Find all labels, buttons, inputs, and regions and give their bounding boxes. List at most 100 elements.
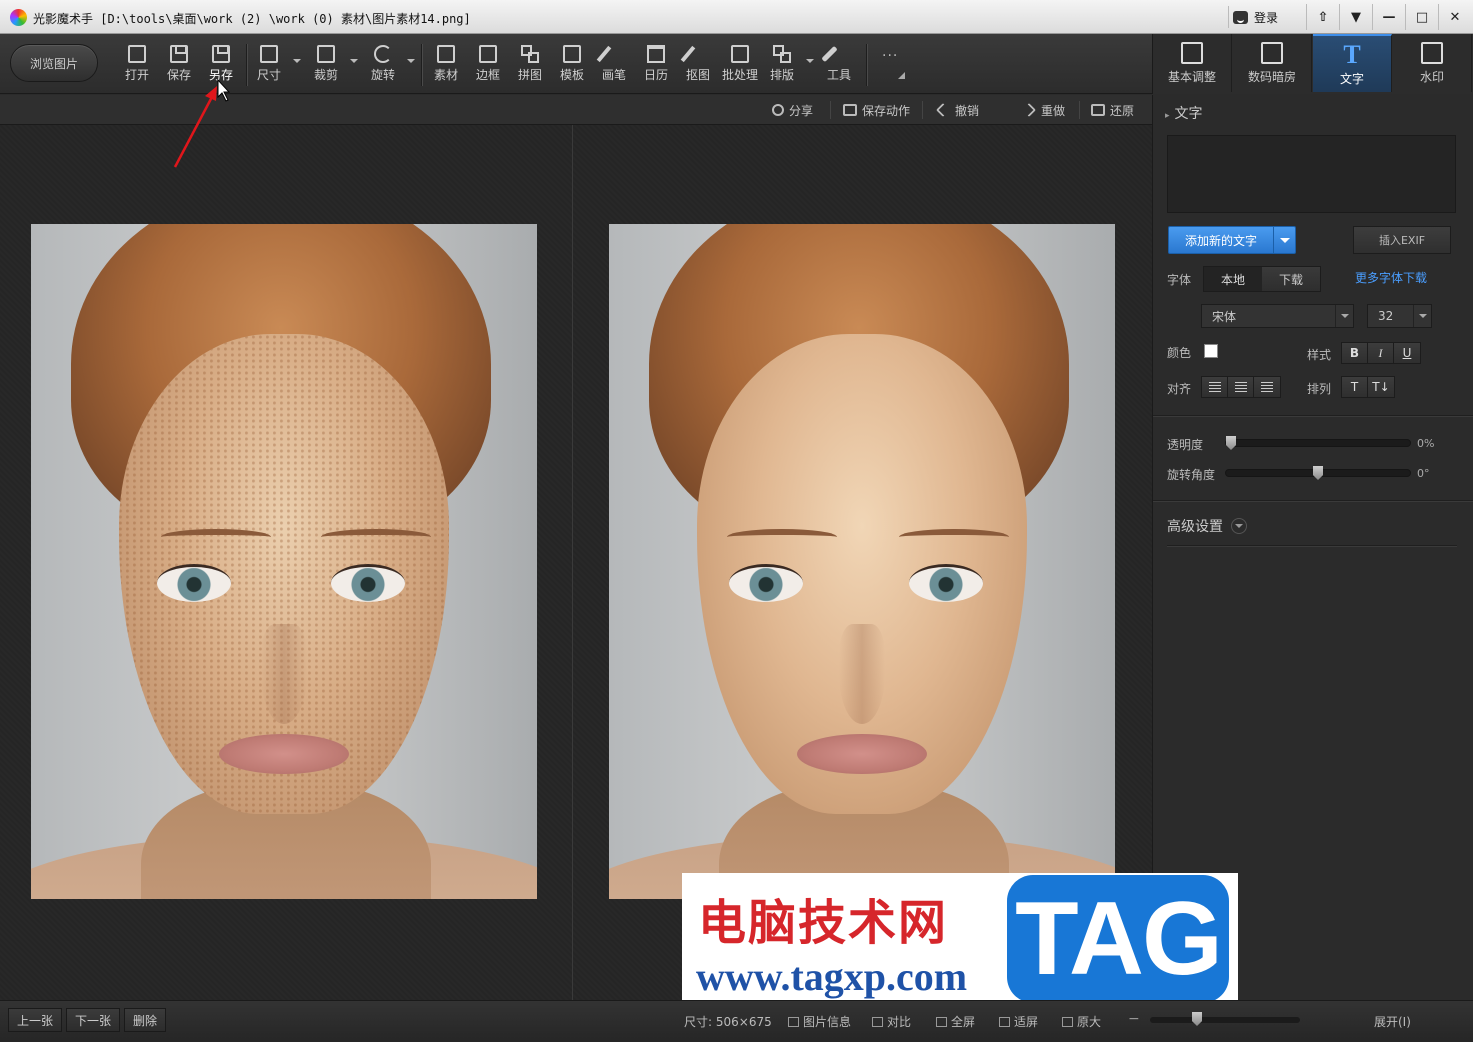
tool-batch[interactable]: 批处理 <box>720 43 760 87</box>
text-direction-buttons: T T↓ <box>1341 376 1395 398</box>
save-action-button[interactable]: 保存动作 <box>843 101 910 119</box>
tool-resize[interactable]: 尺寸 <box>249 43 289 87</box>
image-info-button[interactable]: 图片信息 <box>788 1013 851 1030</box>
resize-dropdown-arrow[interactable] <box>293 59 301 63</box>
zoom-slider-handle[interactable] <box>1192 1012 1202 1026</box>
share-label: 分享 <box>789 103 814 118</box>
rotation-slider-handle[interactable] <box>1313 466 1323 480</box>
image-canvas[interactable] <box>0 125 1152 1000</box>
tool-open-label: 打开 <box>124 68 149 82</box>
font-size-select[interactable]: 32 <box>1367 304 1432 328</box>
tool-rotate[interactable]: 旋转 <box>363 43 403 87</box>
login-button[interactable]: 登录 <box>1228 6 1306 28</box>
redo-button[interactable]: 重做 <box>1021 101 1065 119</box>
menu-button[interactable]: ▼ <box>1339 4 1372 30</box>
original-photo[interactable] <box>31 224 537 899</box>
fullscreen-button[interactable]: 全屏 <box>936 1013 975 1030</box>
advanced-settings-toggle[interactable]: 高级设置 <box>1167 516 1247 536</box>
layout-icon <box>773 45 791 63</box>
skin-button[interactable]: ⇧ <box>1306 4 1339 30</box>
tool-frame-label: 边框 <box>475 68 500 82</box>
italic-button[interactable]: I <box>1368 343 1394 363</box>
bold-button[interactable]: B <box>1342 343 1368 363</box>
darkroom-icon <box>1261 42 1283 64</box>
tool-template[interactable]: 模板 <box>552 43 592 87</box>
tool-open[interactable]: 打开 <box>117 43 157 87</box>
crop-dropdown-arrow[interactable] <box>350 59 358 63</box>
undo-button[interactable]: 撤销 <box>935 101 979 119</box>
tool-wrench[interactable]: 工具 <box>819 43 859 87</box>
action-divider <box>922 101 923 119</box>
insert-exif-button[interactable]: 插入EXIF <box>1353 226 1451 254</box>
tool-save[interactable]: 保存 <box>159 43 199 87</box>
share-button[interactable]: 分享 <box>772 101 813 119</box>
browse-images-button[interactable]: 浏览图片 <box>10 44 98 82</box>
next-image-button[interactable]: 下一张 <box>66 1008 121 1032</box>
tab-watermark[interactable]: 水印 <box>1393 34 1472 92</box>
align-left-icon <box>1208 382 1221 392</box>
tab-text[interactable]: 文字 <box>1313 34 1392 92</box>
watermark-url-text: www.tagxp.com <box>696 954 968 999</box>
add-text-dropdown[interactable] <box>1273 227 1295 253</box>
underline-button[interactable]: U <box>1394 343 1420 363</box>
text-input-area[interactable] <box>1167 135 1456 213</box>
horizontal-text-button[interactable]: T <box>1342 377 1368 397</box>
original-size-button[interactable]: 原大 <box>1062 1013 1101 1030</box>
tool-crop[interactable]: 裁剪 <box>306 43 346 87</box>
font-tab-download[interactable]: 下载 <box>1262 267 1320 291</box>
opacity-slider-handle[interactable] <box>1226 436 1236 450</box>
restore-label: 还原 <box>1110 103 1135 118</box>
crop-icon <box>317 45 335 63</box>
wrench-icon <box>821 45 838 63</box>
align-center-button[interactable] <box>1228 377 1254 397</box>
vertical-text-button[interactable]: T↓ <box>1368 377 1394 397</box>
zoom-slider[interactable] <box>1150 1017 1300 1023</box>
close-button[interactable]: ✕ <box>1438 4 1471 30</box>
compare-button[interactable]: 对比 <box>872 1013 911 1030</box>
restore-button[interactable]: 还原 <box>1091 101 1134 119</box>
zoom-out-button[interactable]: − <box>1128 1011 1140 1027</box>
tool-calendar[interactable]: 日历 <box>636 43 676 87</box>
tool-brush[interactable]: 画笔 <box>594 43 634 87</box>
tool-save-as[interactable]: 另存 <box>201 43 241 87</box>
site-watermark: 电脑技术网 www.tagxp.com TAG <box>682 873 1238 1005</box>
toolbar-collapse-icon[interactable] <box>898 72 905 79</box>
opacity-slider[interactable] <box>1225 436 1411 450</box>
rotate-icon <box>374 45 392 63</box>
original-size-label: 原大 <box>1077 1015 1102 1029</box>
font-family-value: 宋体 <box>1212 309 1237 324</box>
tab-basic-adjust[interactable]: 基本调整 <box>1153 34 1232 92</box>
add-text-button[interactable]: 添加新的文字 <box>1168 226 1296 254</box>
save-as-icon <box>212 45 230 63</box>
toolbar-divider <box>246 44 247 86</box>
edited-photo[interactable] <box>609 224 1115 899</box>
maximize-button[interactable]: □ <box>1405 4 1438 30</box>
fit-screen-button[interactable]: 适屏 <box>999 1013 1038 1030</box>
rotation-slider[interactable] <box>1225 466 1411 480</box>
expand-button[interactable]: 展开(I) <box>1374 1013 1411 1030</box>
font-tab-local[interactable]: 本地 <box>1204 267 1262 291</box>
tool-material[interactable]: 素材 <box>426 43 466 87</box>
delete-image-button[interactable]: 删除 <box>124 1008 167 1032</box>
tool-layout[interactable]: 排版 <box>762 43 802 87</box>
align-right-button[interactable] <box>1254 377 1280 397</box>
align-left-button[interactable] <box>1202 377 1228 397</box>
tab-darkroom[interactable]: 数码暗房 <box>1233 34 1312 92</box>
layout-dropdown-arrow[interactable] <box>806 59 814 63</box>
maximize-icon: □ <box>1415 9 1429 25</box>
text-color-swatch[interactable] <box>1204 344 1218 358</box>
prev-image-button[interactable]: 上一张 <box>8 1008 63 1032</box>
tool-crop-label: 裁剪 <box>313 68 338 82</box>
tool-cutout[interactable]: 抠图 <box>678 43 718 87</box>
more-tools-button[interactable]: ··· <box>882 48 898 64</box>
main-toolbar: 浏览图片 打开 保存 另存 尺寸 裁剪 旋转 素材 边框 拼图 模板 画笔 日历… <box>0 34 1152 94</box>
compare-icon <box>872 1016 883 1027</box>
more-fonts-link[interactable]: 更多字体下载 <box>1355 269 1427 286</box>
tool-frame[interactable]: 边框 <box>468 43 508 87</box>
tab-text-label: 文字 <box>1339 72 1364 86</box>
tool-collage[interactable]: 拼图 <box>510 43 550 87</box>
browse-images-label: 浏览图片 <box>29 56 78 71</box>
minimize-button[interactable]: — <box>1372 4 1405 30</box>
rotate-dropdown-arrow[interactable] <box>407 59 415 63</box>
font-family-select[interactable]: 宋体 <box>1201 304 1354 328</box>
